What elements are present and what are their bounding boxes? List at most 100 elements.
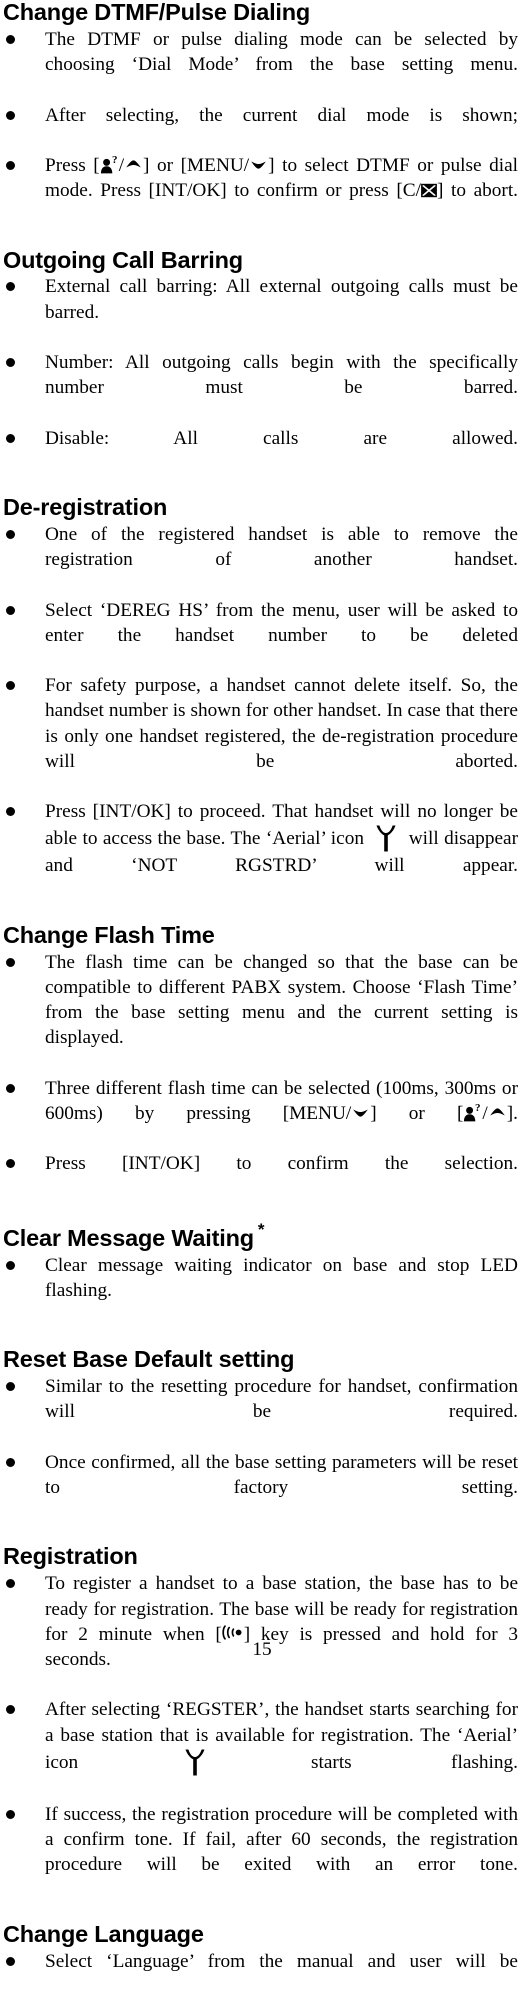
bullet-text: The flash time can be changed so that th…: [45, 950, 518, 1076]
bullet-item: For safety purpose, a handset cannot del…: [3, 673, 518, 799]
section-heading-text: Change Language: [3, 1920, 204, 1947]
bullet-text: Press [INT/OK] to confirm the selection.: [45, 1151, 518, 1201]
bullet-list: Similar to the resetting procedure for h…: [3, 1374, 518, 1525]
bullet-text: External call barring: All external outg…: [45, 274, 518, 350]
bullet-dot-icon: [6, 1457, 15, 1467]
aerial-icon: [375, 824, 397, 853]
manual-page: Change DTMF/Pulse Dialing The DTMF or pul…: [0, 0, 524, 1972]
arrow-down-icon: [250, 154, 267, 169]
section-clear-message-waiting: Clear Message Waiting *: [3, 1219, 518, 1251]
bullet-dot-icon: [6, 529, 15, 539]
bullet-item: Once confirmed, all the base setting par…: [3, 1450, 518, 1526]
bullet-item: One of the registered handset is able to…: [3, 522, 518, 598]
svg-text:?: ?: [475, 1103, 481, 1114]
bullet-dot-icon: [6, 1260, 15, 1270]
bullet-text: Clear message waiting indicator on base …: [45, 1253, 518, 1329]
bullet-text: After selecting ‘REGSTER’, the handset s…: [45, 1697, 518, 1802]
bullet-item: Three different flash time can be select…: [3, 1076, 518, 1152]
bullet-dot-icon: [6, 160, 15, 170]
bullet-dot-icon: [6, 282, 15, 292]
bullet-text: The DTMF or pulse dialing mode can be se…: [45, 27, 518, 103]
bullet-item: After selecting ‘REGSTER’, the handset s…: [3, 1697, 518, 1802]
bullet-item: Press [INT/OK] to confirm the selection.: [3, 1151, 518, 1201]
bullet-dot-icon: [6, 1705, 15, 1715]
bullet-dot-icon: [6, 1579, 15, 1589]
text-run: /: [482, 1102, 488, 1124]
section-heading: Change Language: [3, 1920, 518, 1947]
section-heading-text: Clear Message Waiting: [3, 1224, 254, 1251]
section-heading-text: Registration: [3, 1543, 138, 1570]
arrow-down-icon: [352, 1102, 369, 1117]
section-heading: Change DTMF/Pulse Dialing: [3, 0, 518, 25]
section-heading-text: Change Flash Time: [3, 921, 215, 948]
bullet-list: To register a handset to a base station,…: [3, 1571, 518, 1902]
bullet-dot-icon: [6, 34, 15, 44]
section-heading: Clear Message Waiting *: [3, 1219, 518, 1251]
bullet-text: Select ‘Language’ from the manual and us…: [45, 1949, 518, 1999]
bullet-text: Press [? /] or [MENU/] to select DTMF or …: [45, 153, 518, 229]
bullet-dot-icon: [6, 1382, 15, 1392]
section-change-dtmf-pulse-dialing: Change DTMF/Pulse Dialing: [3, 0, 518, 25]
bullet-dot-icon: [6, 1809, 15, 1819]
section-heading-text: Change DTMF/Pulse Dialing: [3, 0, 311, 25]
section-heading-text: De-registration: [3, 494, 168, 521]
crossed-box-icon: [421, 180, 437, 198]
bullet-text: To register a handset to a base station,…: [45, 1571, 518, 1697]
bullet-list: The flash time can be changed so that th…: [3, 950, 518, 1202]
person-question-icon: ?: [463, 1103, 482, 1122]
bullet-text: Select ‘DEREG HS’ from the menu, user wi…: [45, 598, 518, 674]
text-run: If success, the registration procedure w…: [45, 1803, 518, 1876]
bullet-list: One of the registered handset is able to…: [3, 522, 518, 904]
text-run: Once confirmed, all the base setting par…: [45, 1451, 518, 1498]
text-run: Press [: [45, 154, 100, 176]
bullet-item: Disable: All calls are allowed.: [3, 426, 518, 476]
person-question-icon: ?: [100, 155, 119, 174]
bullet-dot-icon: [6, 1159, 15, 1169]
bullet-dot-icon: [6, 1083, 15, 1093]
text-run: ].: [506, 1102, 518, 1124]
section-registration: Registration: [3, 1544, 518, 1569]
bullet-text: Once confirmed, all the base setting par…: [45, 1450, 518, 1526]
text-run: Number: All outgoing calls begin with th…: [45, 352, 518, 399]
bullet-item: If success, the registration procedure w…: [3, 1802, 518, 1903]
bullet-text: Three different flash time can be select…: [45, 1076, 518, 1152]
text-run: External call barring: All external outg…: [45, 276, 518, 323]
bullet-dot-icon: [6, 433, 15, 443]
bullet-dot-icon: [6, 807, 15, 817]
bullet-item: External call barring: All external outg…: [3, 274, 518, 350]
text-run: Clear message waiting indicator on base …: [45, 1254, 518, 1301]
text-run: One of the registered handset is able to…: [45, 523, 518, 571]
section-reset-base-default-setting: Reset Base Default setting: [3, 1347, 518, 1372]
bullet-dot-icon: [6, 110, 15, 120]
arrow-up-icon: [125, 154, 142, 169]
bullet-item: Number: All outgoing calls begin with th…: [3, 350, 518, 426]
section-heading-text: Outgoing Call Barring: [3, 246, 243, 273]
bullet-item: Press [? /] or [MENU/] to select DTMF or …: [3, 153, 518, 229]
bullet-item: Select ‘Language’ from the manual and us…: [3, 1949, 518, 1999]
bullet-item: Clear message waiting indicator on base …: [3, 1253, 518, 1329]
bullet-list: External call barring: All external outg…: [3, 274, 518, 476]
section-heading: Registration: [3, 1544, 518, 1569]
text-run: Select ‘DEREG HS’ from the menu, user wi…: [45, 599, 518, 646]
text-run: ] or [MENU/: [143, 154, 250, 176]
text-run: ] or [: [370, 1102, 464, 1124]
text-run: After selecting, the current dial mode i…: [45, 104, 518, 126]
section-heading-text: Reset Base Default setting: [3, 1346, 295, 1373]
section-heading: Change Flash Time: [3, 921, 518, 948]
bullet-text: For safety purpose, a handset cannot del…: [45, 673, 518, 799]
heading-footnote-marker: *: [257, 1219, 265, 1239]
text-run: The flash time can be changed so that th…: [45, 951, 518, 1049]
bullet-dot-icon: [6, 681, 15, 691]
aerial-icon: [184, 1748, 206, 1777]
section-heading: Reset Base Default setting: [3, 1347, 518, 1372]
bullet-text: Disable: All calls are allowed.: [45, 426, 518, 476]
text-run: Select ‘Language’ from the manual and us…: [45, 1950, 518, 1972]
text-run: Press [INT/OK] to confirm the selection.: [45, 1153, 518, 1175]
text-run: For safety purpose, a handset cannot del…: [45, 675, 518, 772]
bullet-dot-icon: [6, 358, 15, 368]
bullet-list: Clear message waiting indicator on base …: [3, 1253, 518, 1329]
bullet-text: If success, the registration procedure w…: [45, 1802, 518, 1903]
section-de-registration: De-registration: [3, 495, 518, 520]
bullet-dot-icon: [6, 957, 15, 967]
bullet-text: One of the registered handset is able to…: [45, 522, 518, 598]
